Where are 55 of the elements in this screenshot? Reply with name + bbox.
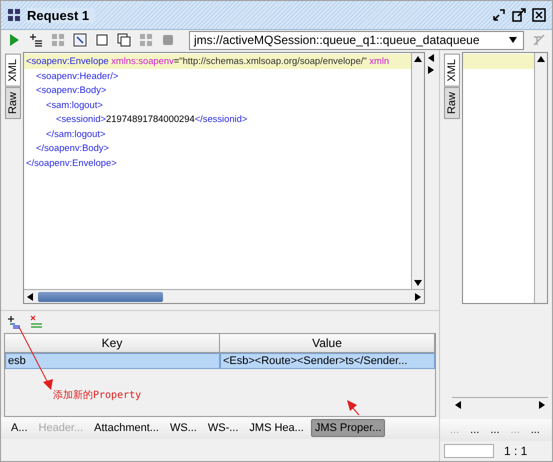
- request-editor[interactable]: [23, 52, 425, 304]
- close-icon[interactable]: [532, 8, 546, 22]
- remove-property-icon[interactable]: [29, 315, 43, 329]
- collapse-icon[interactable]: [427, 54, 435, 62]
- logo-icon: [7, 8, 21, 22]
- xml-line: <soapenv:Header/>: [35, 68, 120, 83]
- xml-line: <sam:logout>: [45, 98, 104, 112]
- editor-tab[interactable]: Raw: [444, 86, 460, 119]
- square-icon[interactable]: [95, 33, 109, 47]
- scroll-left-icon[interactable]: [26, 292, 34, 300]
- annotation-text: 添加新的Property: [53, 388, 142, 402]
- window-title: Request 1: [27, 8, 96, 22]
- editor-tab[interactable]: XML: [5, 54, 21, 87]
- panel-tab[interactable]: WS...: [166, 419, 201, 437]
- scroll-left-icon[interactable]: [454, 400, 462, 408]
- xml-line: </soapenv:Body>: [35, 141, 110, 155]
- editor-tab[interactable]: XML: [444, 54, 460, 87]
- column-header[interactable]: Value: [220, 334, 435, 352]
- scroll-thumb[interactable]: [38, 292, 163, 302]
- scroll-down-icon[interactable]: [414, 279, 422, 287]
- copy-icon[interactable]: [117, 33, 131, 47]
- maximize-icon[interactable]: [512, 8, 526, 22]
- play-icon[interactable]: [7, 33, 21, 47]
- table-cell: <Esb><Route><Sender>ts</Sender...: [220, 353, 435, 369]
- expand-icon[interactable]: [427, 66, 435, 74]
- table-cell: esb: [5, 353, 220, 369]
- add-property-icon[interactable]: [7, 315, 21, 329]
- panel-tab[interactable]: WS-...: [204, 419, 242, 437]
- editor-tab[interactable]: Raw: [5, 86, 21, 119]
- panel-tab[interactable]: JMS Proper...: [310, 419, 386, 437]
- add-step-icon[interactable]: [29, 33, 43, 47]
- column-header[interactable]: Key: [5, 334, 220, 352]
- panel-tab[interactable]: Attachment...: [90, 419, 163, 437]
- status-field: [444, 444, 494, 458]
- cursor-position: 1 : 1: [504, 444, 528, 458]
- panel-tab[interactable]: JMS Hea...: [245, 419, 308, 437]
- xml-line: </soapenv:Envelope>: [25, 156, 118, 170]
- current-line-highlight: [463, 54, 534, 68]
- scroll-right-icon[interactable]: [538, 400, 546, 408]
- caret-icon[interactable]: [509, 36, 517, 44]
- panel-tab[interactable]: A...: [7, 419, 32, 437]
- panel-tab[interactable]: ...: [526, 421, 544, 439]
- panel-tab[interactable]: ...: [486, 421, 504, 439]
- panel-tab[interactable]: ...: [466, 421, 484, 439]
- xml-line: </sam:logout>: [45, 126, 106, 141]
- scroll-up-icon[interactable]: [537, 55, 545, 63]
- endpoint-dropdown[interactable]: jms://activeMQSession::queue_q1::queue_dataqueue: [189, 30, 524, 50]
- xml-line: <soapenv:Body>: [35, 83, 108, 97]
- table-row[interactable]: esb <Esb><Route><Sender>ts</Sender...: [5, 353, 435, 369]
- scroll-right-icon[interactable]: [414, 292, 422, 300]
- scroll-up-icon[interactable]: [414, 55, 422, 63]
- xml-line: <sessionid>21974891784000294</sessionid>: [55, 112, 248, 126]
- expand-icon[interactable]: [73, 33, 87, 47]
- annotation-arrow: [347, 400, 360, 416]
- minimize-icon[interactable]: [492, 8, 506, 22]
